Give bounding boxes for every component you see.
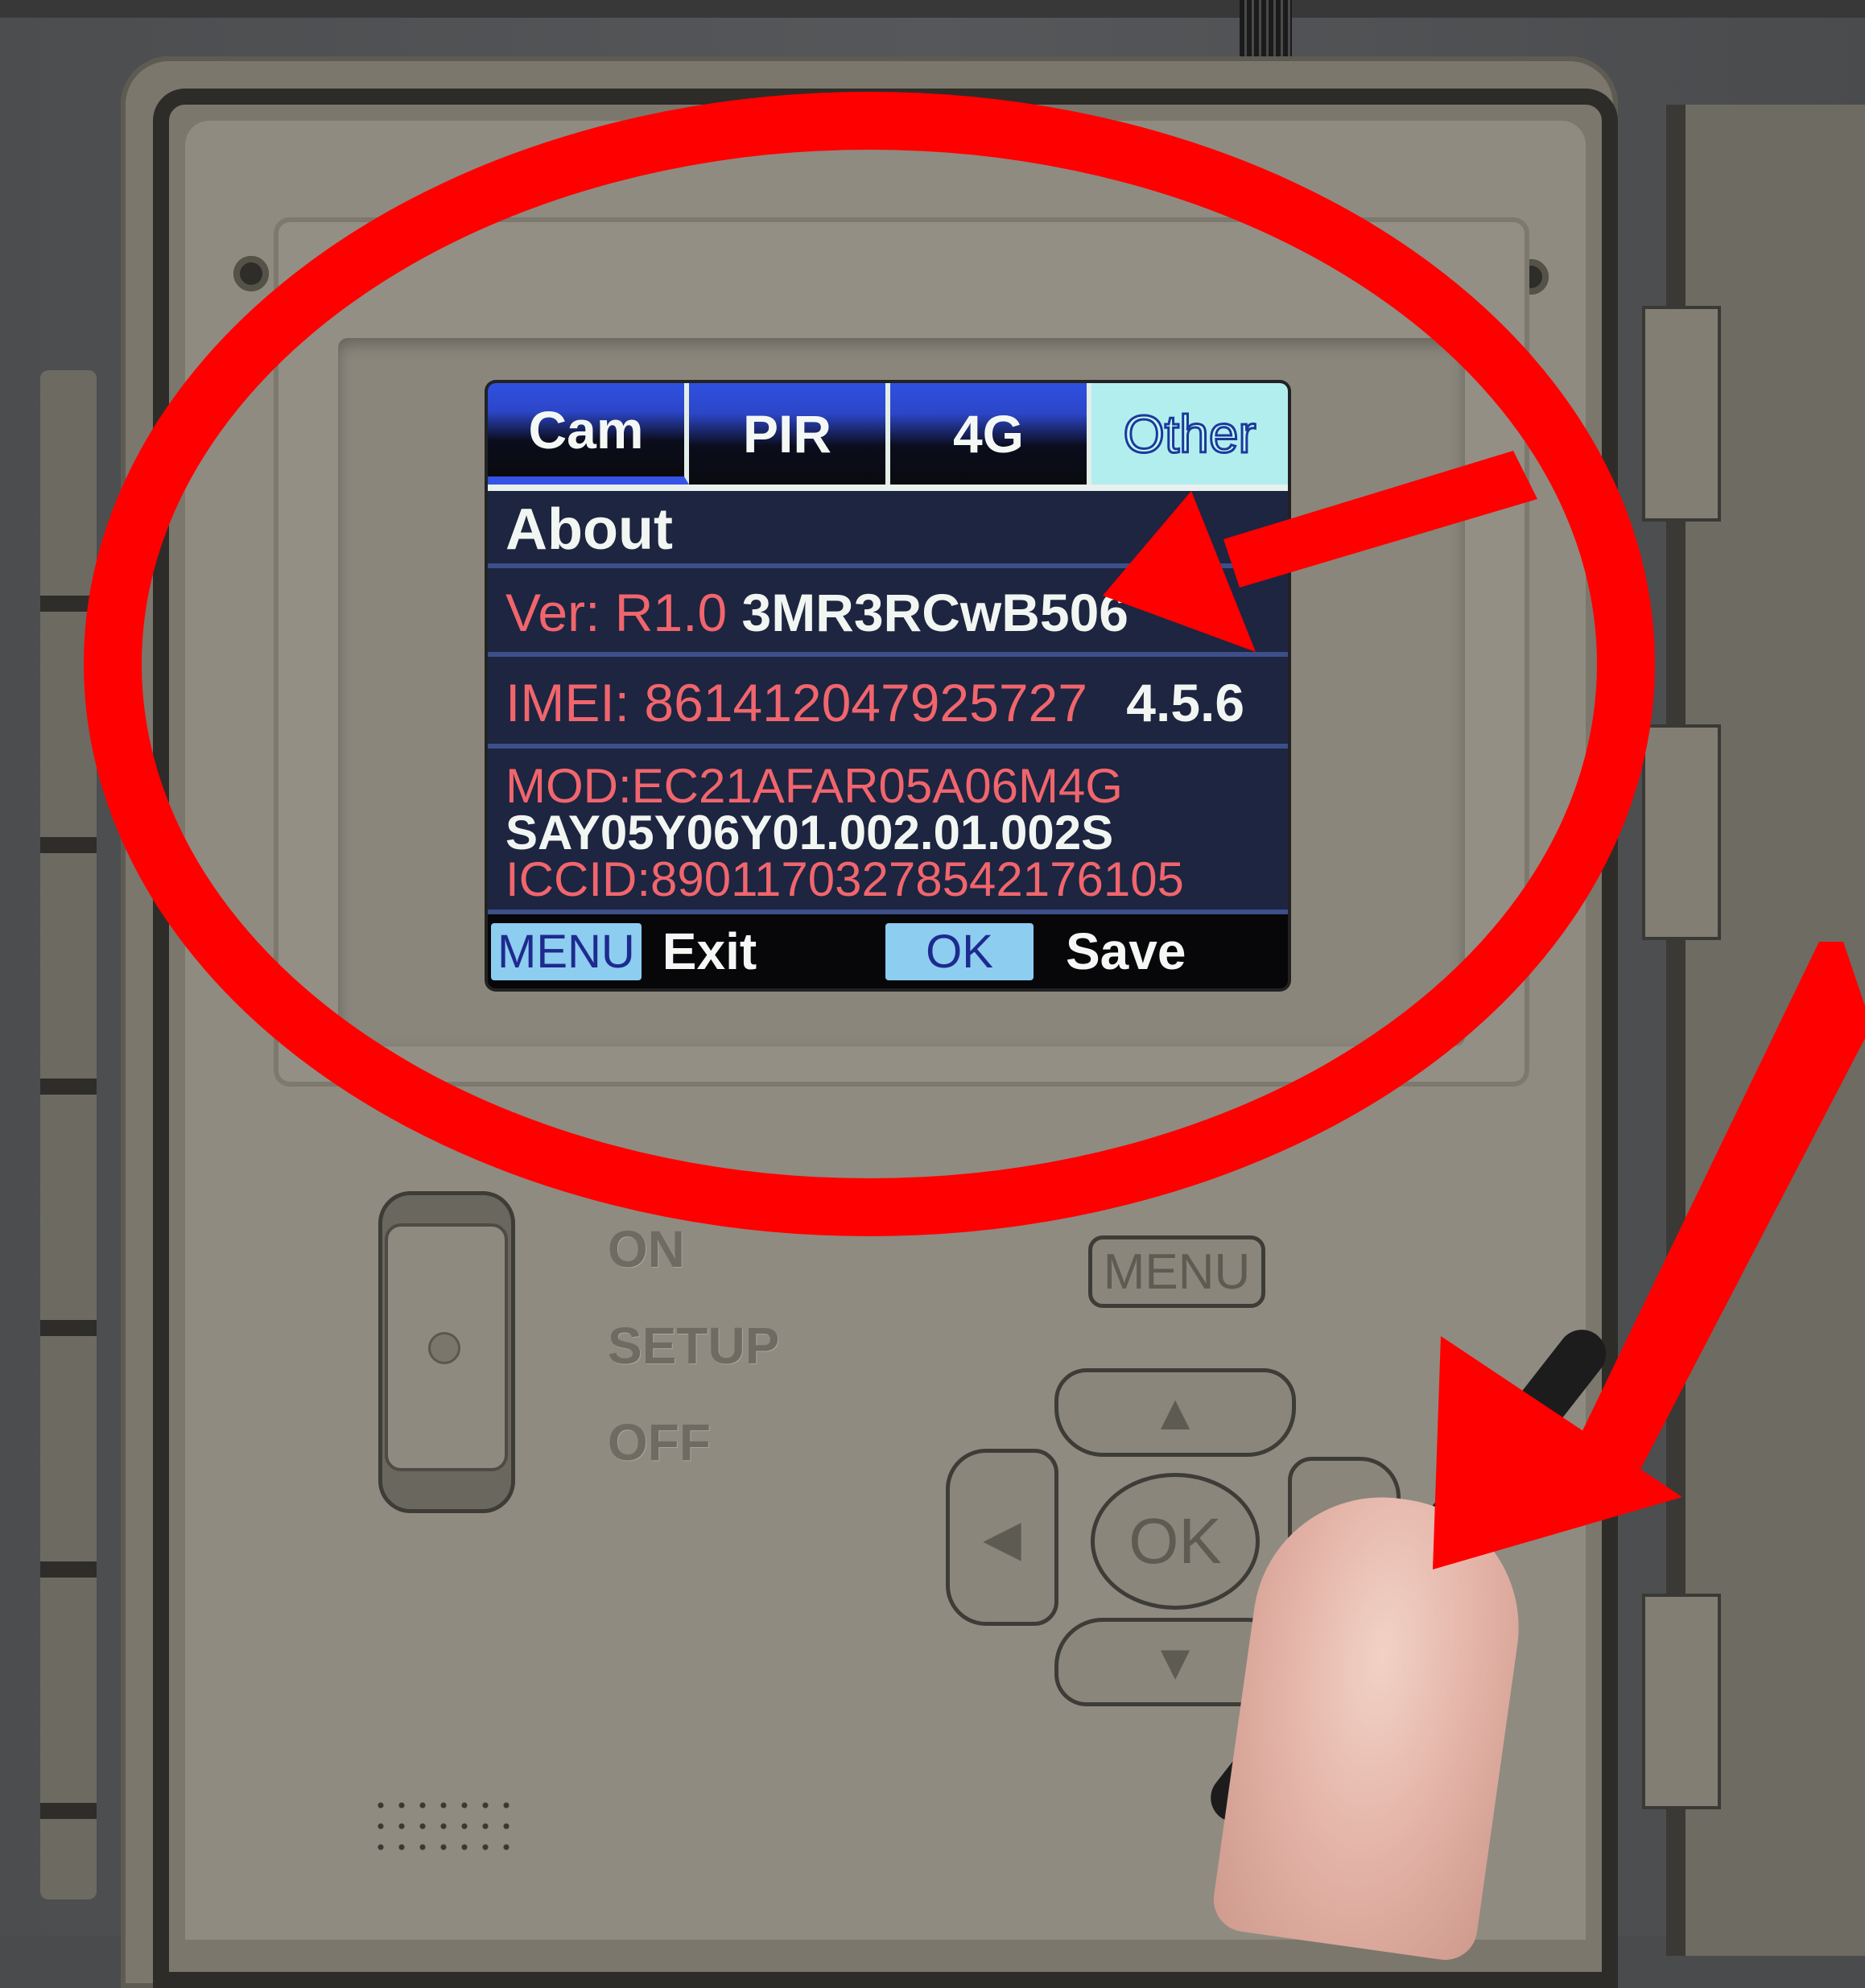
highlight-circle-screen — [84, 92, 1655, 1236]
arrow-to-version — [1103, 451, 1537, 652]
annotation-layer — [84, 92, 1865, 1569]
arrow-to-right-button — [1433, 942, 1865, 1569]
